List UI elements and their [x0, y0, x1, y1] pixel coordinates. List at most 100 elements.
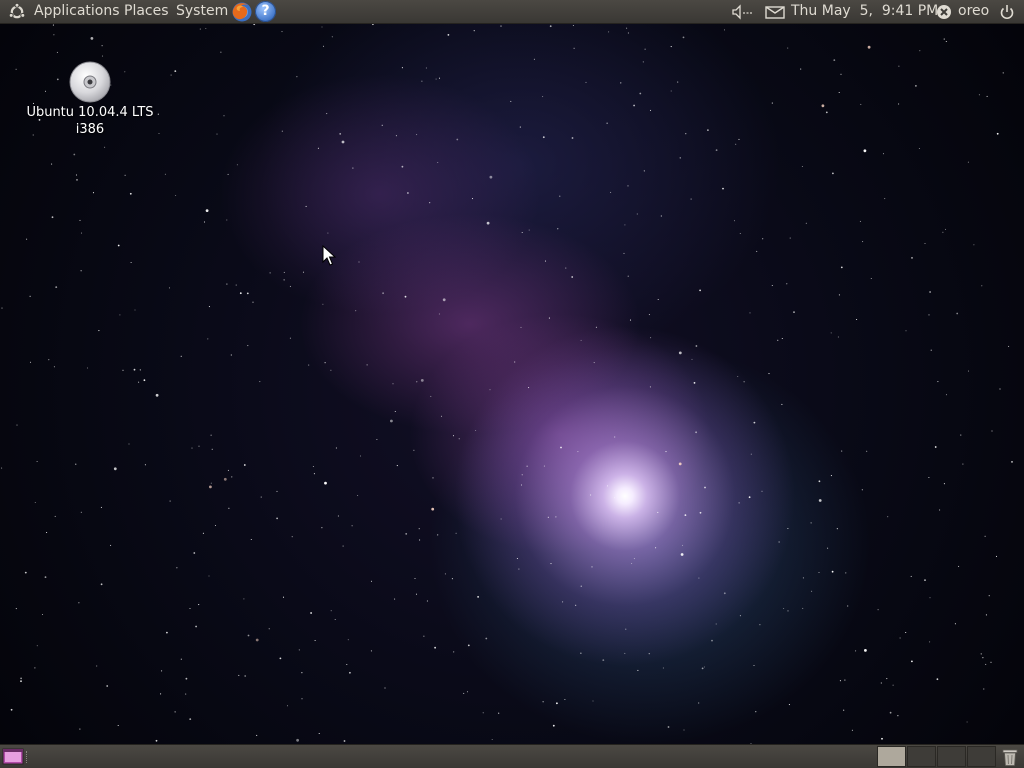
star: [787, 610, 789, 612]
star: [352, 167, 354, 169]
ubuntu-logo-icon[interactable]: [8, 3, 26, 21]
star: [665, 451, 667, 453]
star: [899, 637, 901, 639]
star: [542, 96, 544, 98]
user-status-icon[interactable]: [936, 0, 952, 24]
firefox-icon[interactable]: [231, 1, 253, 23]
menu-places[interactable]: Places: [124, 0, 169, 24]
star: [593, 362, 595, 364]
workspace-3[interactable]: [937, 746, 966, 767]
menu-system[interactable]: System: [176, 0, 228, 24]
star: [999, 388, 1001, 390]
panel-handle[interactable]: [26, 751, 30, 763]
star: [312, 465, 314, 468]
star: [351, 525, 353, 527]
star: [636, 213, 638, 215]
power-icon[interactable]: [998, 0, 1016, 24]
show-desktop-icon[interactable]: [2, 748, 24, 765]
star: [864, 649, 867, 652]
star: [768, 373, 770, 375]
star: [134, 309, 136, 311]
star: [52, 24, 54, 26]
volume-icon[interactable]: [730, 0, 754, 24]
star: [887, 516, 889, 518]
clock[interactable]: Thu May 5, 9:41 PM: [791, 0, 938, 24]
help-icon[interactable]: ?: [255, 1, 276, 22]
star: [80, 511, 82, 513]
star: [942, 231, 944, 233]
desktop-icon-label-arch: i386: [75, 122, 105, 137]
star: [86, 367, 89, 369]
star: [1, 307, 3, 309]
star: [723, 29, 726, 31]
star: [986, 95, 988, 97]
star: [737, 375, 739, 378]
star: [139, 369, 141, 371]
star: [542, 701, 544, 703]
star: [175, 194, 177, 197]
star: [748, 496, 751, 499]
star: [432, 477, 434, 479]
star: [101, 55, 104, 57]
star: [438, 313, 440, 315]
star: [75, 174, 78, 176]
star: [847, 605, 849, 607]
star: [897, 715, 899, 717]
star: [246, 292, 249, 295]
star: [802, 577, 804, 579]
workspace-1[interactable]: [877, 746, 906, 767]
star: [452, 435, 455, 437]
workspace-2[interactable]: [907, 746, 936, 767]
desktop-icon-cdrom[interactable]: Ubuntu 10.04.4 LTS i386: [20, 60, 160, 138]
star: [825, 111, 828, 114]
user-menu[interactable]: oreo: [958, 0, 989, 24]
star: [699, 511, 702, 514]
star: [954, 623, 956, 625]
trash-icon[interactable]: [1000, 747, 1020, 767]
star: [247, 345, 249, 347]
star: [898, 65, 900, 67]
star: [416, 381, 418, 383]
star: [419, 539, 421, 541]
star: [238, 674, 240, 676]
star: [818, 499, 822, 502]
workspace-4[interactable]: [967, 746, 996, 767]
star: [395, 135, 397, 137]
menu-applications[interactable]: Applications: [34, 0, 120, 24]
star: [929, 641, 931, 643]
star: [633, 558, 635, 560]
star: [956, 312, 959, 315]
star: [637, 669, 639, 671]
star: [209, 485, 212, 489]
mail-icon[interactable]: [765, 0, 785, 24]
star: [471, 198, 474, 200]
desktop-background[interactable]: Ubuntu 10.04.4 LTS i386: [0, 24, 1024, 744]
star: [670, 90, 672, 92]
star: [1011, 461, 1013, 463]
star: [771, 102, 773, 104]
star: [631, 562, 633, 565]
star: [169, 500, 171, 502]
star: [110, 544, 112, 546]
star: [223, 477, 227, 481]
star: [606, 122, 608, 124]
star: [996, 132, 999, 135]
star: [413, 449, 415, 451]
star: [211, 448, 213, 450]
star: [648, 653, 650, 655]
star: [905, 631, 907, 634]
star: [423, 635, 425, 637]
star: [548, 317, 550, 319]
star: [845, 572, 847, 574]
star: [840, 266, 843, 269]
star: [51, 163, 53, 165]
star: [608, 31, 610, 33]
star: [243, 464, 246, 466]
star: [573, 47, 575, 49]
star: [924, 579, 926, 581]
star: [863, 149, 867, 153]
star: [840, 73, 842, 75]
star: [624, 224, 626, 226]
star: [670, 46, 672, 48]
star: [101, 45, 103, 47]
